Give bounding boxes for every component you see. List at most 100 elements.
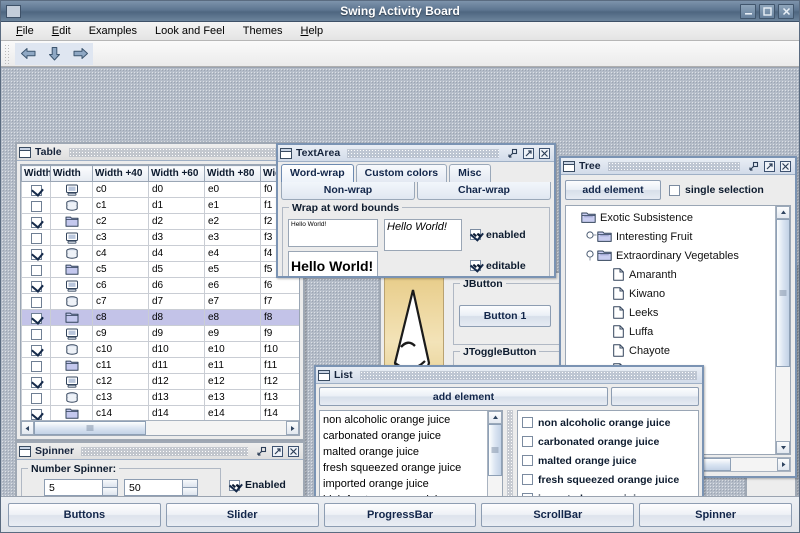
table-row[interactable]: c6d6e6f6g6 [22, 278, 300, 294]
table-cell-e[interactable]: e14 [205, 406, 261, 421]
table-cell-f[interactable]: f12 [261, 374, 300, 390]
row-checkbox[interactable] [31, 345, 42, 356]
tab-non-wrap[interactable]: Non-wrap [281, 182, 415, 200]
scroll-right-button[interactable] [286, 421, 299, 435]
table-cell-c[interactable]: c11 [93, 358, 149, 374]
table-cell-d[interactable]: d12 [149, 374, 205, 390]
table-cell-f[interactable]: f6 [261, 278, 300, 294]
table-cell-checkbox[interactable] [22, 406, 51, 421]
table-row[interactable]: c2d2e2f2g2 [22, 214, 300, 230]
table-row[interactable]: c12d12e12f12g12 [22, 374, 300, 390]
table-frame-titlebar[interactable]: Table [17, 144, 303, 161]
item-checkbox[interactable] [522, 436, 533, 447]
maximize-icon[interactable] [763, 160, 776, 173]
table-cell-c[interactable]: c7 [93, 294, 149, 310]
table-row[interactable]: c3d3e3f3g3 [22, 230, 300, 246]
table-cell-d[interactable]: d10 [149, 342, 205, 358]
tab-char-wrap[interactable]: Char-wrap [417, 182, 551, 200]
table-cell-d[interactable]: d9 [149, 326, 205, 342]
column-header-3[interactable]: Width +60 [149, 166, 205, 182]
table-cell-checkbox[interactable] [22, 342, 51, 358]
table-cell-e[interactable]: e13 [205, 390, 261, 406]
number-spinner-1-buttons[interactable] [102, 480, 117, 495]
checkbox-list-item[interactable]: malted orange juice [518, 451, 698, 470]
list-item[interactable]: non alcoholic orange juice [320, 412, 487, 428]
item-checkbox[interactable] [522, 455, 533, 466]
arrow-left-icon[interactable] [15, 43, 41, 65]
table-cell-d[interactable]: d5 [149, 262, 205, 278]
tree-node[interactable]: Exotic Subsistence [566, 208, 775, 227]
scroll-up-button[interactable] [776, 206, 790, 219]
list-extra-button[interactable] [611, 387, 699, 406]
table-cell-c[interactable]: c4 [93, 246, 149, 262]
table-cell-d[interactable]: d0 [149, 182, 205, 198]
table-cell-checkbox[interactable] [22, 294, 51, 310]
row-checkbox[interactable] [31, 313, 42, 324]
table-cell-d[interactable]: d14 [149, 406, 205, 421]
tree-node[interactable]: Chayote [566, 341, 775, 360]
spinner-up[interactable] [103, 480, 117, 488]
table-cell-checkbox[interactable] [22, 278, 51, 294]
bottom-button-spinner[interactable]: Spinner [639, 503, 792, 527]
table-cell-f[interactable]: f13 [261, 390, 300, 406]
internal-frame-list[interactable]: List add element non alcoholic orange ju… [314, 365, 704, 496]
table-cell-checkbox[interactable] [22, 310, 51, 326]
tab-word-wrap[interactable]: Word-wrap [281, 164, 354, 182]
scroll-right-button[interactable] [777, 458, 790, 471]
number-spinner-2-value[interactable]: 50 [125, 480, 182, 495]
tree-node[interactable]: Kiwano [566, 284, 775, 303]
row-checkbox[interactable] [31, 329, 42, 340]
row-checkbox[interactable] [31, 409, 42, 420]
table-row[interactable]: c9d9e9f9g9 [22, 326, 300, 342]
tree-frame-titlebar[interactable]: Tree [561, 158, 795, 175]
table-cell-d[interactable]: d8 [149, 310, 205, 326]
table-cell-d[interactable]: d11 [149, 358, 205, 374]
table-cell-e[interactable]: e2 [205, 214, 261, 230]
table-cell-checkbox[interactable] [22, 230, 51, 246]
table-row[interactable]: c4d4e4f4g4 [22, 246, 300, 262]
table-cell-f[interactable]: f9 [261, 326, 300, 342]
list-item[interactable]: fresh squeezed orange juice [320, 460, 487, 476]
close-icon[interactable] [287, 445, 300, 458]
table-row[interactable]: c14d14e14f14g14 [22, 406, 300, 421]
vscroll-track[interactable] [776, 219, 790, 441]
bottom-button-progressbar[interactable]: ProgressBar [324, 503, 477, 527]
table-cell-c[interactable]: c12 [93, 374, 149, 390]
table-row[interactable]: c0d0e0f0g0 [22, 182, 300, 198]
table-cell-c[interactable]: c5 [93, 262, 149, 278]
row-checkbox[interactable] [31, 297, 42, 308]
column-header-0[interactable]: Width [22, 166, 51, 182]
row-checkbox[interactable] [31, 233, 42, 244]
scroll-up-button[interactable] [488, 411, 502, 424]
checkbox-list-item[interactable]: imported orange juice [518, 489, 698, 496]
tree-node[interactable]: Leeks [566, 303, 775, 322]
table-row[interactable]: c1d1e1f1g1 [22, 198, 300, 214]
maximize-icon[interactable] [271, 445, 284, 458]
table-row[interactable]: c7d7e7f7g7 [22, 294, 300, 310]
table-cell-c[interactable]: c6 [93, 278, 149, 294]
list-item[interactable]: carbonated orange juice [320, 428, 487, 444]
vscroll-thumb[interactable] [776, 219, 790, 367]
table-cell-e[interactable]: e6 [205, 278, 261, 294]
editable-checkbox[interactable] [470, 260, 481, 271]
table-cell-d[interactable]: d4 [149, 246, 205, 262]
table-cell-e[interactable]: e11 [205, 358, 261, 374]
menu-item-help[interactable]: Help [291, 23, 332, 40]
internal-frame-spinner[interactable]: Spinner Numbe [15, 441, 305, 496]
table-cell-d[interactable]: d1 [149, 198, 205, 214]
vscroll-track[interactable] [488, 424, 502, 496]
data-table[interactable]: Width Width Width +40 Width +60 Width +8… [21, 165, 299, 420]
number-spinner-1[interactable]: 5 [44, 479, 118, 496]
table-cell-c[interactable]: c10 [93, 342, 149, 358]
table-hscrollbar[interactable] [21, 420, 299, 435]
row-checkbox[interactable] [31, 393, 42, 404]
maximize-button[interactable] [759, 4, 775, 19]
table-cell-e[interactable]: e1 [205, 198, 261, 214]
number-enabled-checkbox[interactable] [229, 480, 240, 491]
add-element-button[interactable]: add element [319, 387, 608, 406]
tree-node[interactable]: Interesting Fruit [566, 227, 775, 246]
table-cell-c[interactable]: c3 [93, 230, 149, 246]
menu-item-themes[interactable]: Themes [234, 23, 292, 40]
single-selection-checkbox[interactable] [669, 185, 680, 196]
table-row[interactable]: c10d10e10f10g10 [22, 342, 300, 358]
